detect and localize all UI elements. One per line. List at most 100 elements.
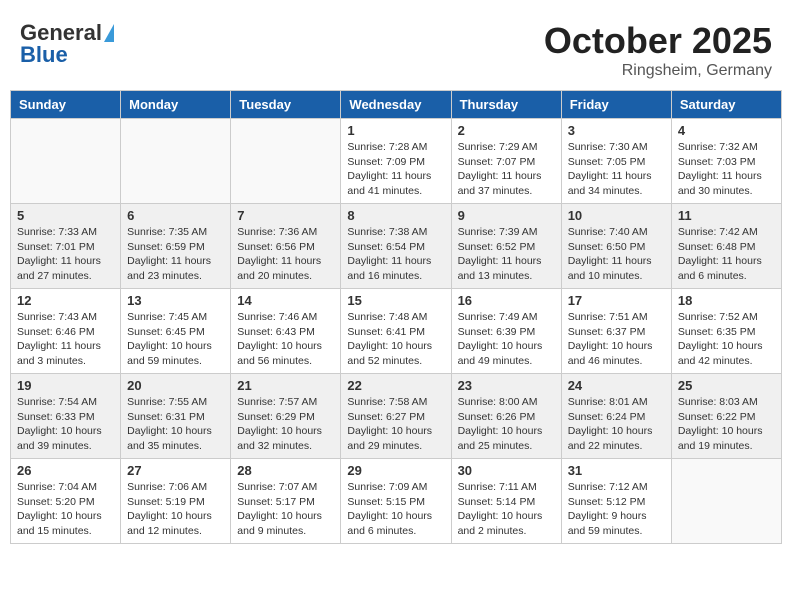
day-number: 13 <box>127 293 224 308</box>
day-header-sunday: Sunday <box>11 91 121 119</box>
day-info: Sunrise: 7:48 AM Sunset: 6:41 PM Dayligh… <box>347 310 444 369</box>
day-number: 7 <box>237 208 334 223</box>
calendar-day: 17 Sunrise: 7:51 AM Sunset: 6:37 PM Dayli… <box>561 289 671 374</box>
day-number: 28 <box>237 463 334 478</box>
calendar-day: 6Sunrise: 7:35 AM Sunset: 6:59 PM Daylig… <box>121 204 231 289</box>
day-header-tuesday: Tuesday <box>231 91 341 119</box>
day-number: 20 <box>127 378 224 393</box>
day-info: Sunrise: 7:12 AM Sunset: 5:12 PM Dayligh… <box>568 480 665 539</box>
calendar-day: 26 Sunrise: 7:04 AM Sunset: 5:20 PM Dayli… <box>11 459 121 544</box>
day-info: Sunrise: 7:55 AM Sunset: 6:31 PM Dayligh… <box>127 395 224 454</box>
day-header-monday: Monday <box>121 91 231 119</box>
day-info: Sunrise: 7:42 AM Sunset: 6:48 PM Dayligh… <box>678 225 775 284</box>
day-info: Sunrise: 7:57 AM Sunset: 6:29 PM Dayligh… <box>237 395 334 454</box>
day-info: Sunrise: 7:32 AM Sunset: 7:03 PM Dayligh… <box>678 140 775 199</box>
day-info: Sunrise: 7:36 AM Sunset: 6:56 PM Dayligh… <box>237 225 334 284</box>
day-number: 4 <box>678 123 775 138</box>
calendar-day: 12Sunrise: 7:43 AM Sunset: 6:46 PM Dayli… <box>11 289 121 374</box>
day-info: Sunrise: 8:03 AM Sunset: 6:22 PM Dayligh… <box>678 395 775 454</box>
calendar-day: 16Sunrise: 7:49 AM Sunset: 6:39 PM Dayli… <box>451 289 561 374</box>
day-header-wednesday: Wednesday <box>341 91 451 119</box>
calendar-day: 21 Sunrise: 7:57 AM Sunset: 6:29 PM Dayli… <box>231 374 341 459</box>
day-number: 23 <box>458 378 555 393</box>
calendar-title: October 2025 <box>544 20 772 62</box>
calendar-table: SundayMondayTuesdayWednesdayThursdayFrid… <box>10 90 782 544</box>
calendar-day: 3Sunrise: 7:30 AM Sunset: 7:05 PM Daylig… <box>561 119 671 204</box>
calendar-day: 18Sunrise: 7:52 AM Sunset: 6:35 PM Dayli… <box>671 289 781 374</box>
calendar-day: 13Sunrise: 7:45 AM Sunset: 6:45 PM Dayli… <box>121 289 231 374</box>
day-number: 1 <box>347 123 444 138</box>
day-number: 8 <box>347 208 444 223</box>
calendar-day: 29 Sunrise: 7:09 AM Sunset: 5:15 PM Dayli… <box>341 459 451 544</box>
day-number: 26 <box>17 463 114 478</box>
day-info: Sunrise: 7:29 AM Sunset: 7:07 PM Dayligh… <box>458 140 555 199</box>
day-number: 24 <box>568 378 665 393</box>
day-number: 31 <box>568 463 665 478</box>
calendar-day: 14 Sunrise: 7:46 AM Sunset: 6:43 PM Dayli… <box>231 289 341 374</box>
day-info: Sunrise: 7:46 AM Sunset: 6:43 PM Dayligh… <box>237 310 334 369</box>
day-info: Sunrise: 7:51 AM Sunset: 6:37 PM Dayligh… <box>568 310 665 369</box>
calendar-header-row: SundayMondayTuesdayWednesdayThursdayFrid… <box>11 91 782 119</box>
day-info: Sunrise: 7:09 AM Sunset: 5:15 PM Dayligh… <box>347 480 444 539</box>
day-number: 29 <box>347 463 444 478</box>
calendar-day: 27 Sunrise: 7:06 AM Sunset: 5:19 PM Dayli… <box>121 459 231 544</box>
calendar-day: 20 Sunrise: 7:55 AM Sunset: 6:31 PM Dayli… <box>121 374 231 459</box>
calendar-day: 8Sunrise: 7:38 AM Sunset: 6:54 PM Daylig… <box>341 204 451 289</box>
page-header: General Blue October 2025 Ringsheim, Ger… <box>10 10 782 85</box>
calendar-subtitle: Ringsheim, Germany <box>544 62 772 80</box>
day-number: 9 <box>458 208 555 223</box>
day-header-saturday: Saturday <box>671 91 781 119</box>
day-info: Sunrise: 8:01 AM Sunset: 6:24 PM Dayligh… <box>568 395 665 454</box>
calendar-day: 24 Sunrise: 8:01 AM Sunset: 6:24 PM Dayli… <box>561 374 671 459</box>
day-number: 11 <box>678 208 775 223</box>
day-info: Sunrise: 7:28 AM Sunset: 7:09 PM Dayligh… <box>347 140 444 199</box>
calendar-day: 11 Sunrise: 7:42 AM Sunset: 6:48 PM Dayli… <box>671 204 781 289</box>
calendar-day <box>231 119 341 204</box>
day-number: 25 <box>678 378 775 393</box>
day-info: Sunrise: 7:11 AM Sunset: 5:14 PM Dayligh… <box>458 480 555 539</box>
day-number: 14 <box>237 293 334 308</box>
calendar-day: 25 Sunrise: 8:03 AM Sunset: 6:22 PM Dayli… <box>671 374 781 459</box>
calendar-day: 23 Sunrise: 8:00 AM Sunset: 6:26 PM Dayli… <box>451 374 561 459</box>
calendar-week-row: 12Sunrise: 7:43 AM Sunset: 6:46 PM Dayli… <box>11 289 782 374</box>
day-number: 19 <box>17 378 114 393</box>
calendar-day: 4 Sunrise: 7:32 AM Sunset: 7:03 PM Daylig… <box>671 119 781 204</box>
day-info: Sunrise: 7:04 AM Sunset: 5:20 PM Dayligh… <box>17 480 114 539</box>
calendar-day: 15Sunrise: 7:48 AM Sunset: 6:41 PM Dayli… <box>341 289 451 374</box>
day-header-thursday: Thursday <box>451 91 561 119</box>
calendar-day: 19 Sunrise: 7:54 AM Sunset: 6:33 PM Dayli… <box>11 374 121 459</box>
calendar-day: 10Sunrise: 7:40 AM Sunset: 6:50 PM Dayli… <box>561 204 671 289</box>
calendar-day: 2 Sunrise: 7:29 AM Sunset: 7:07 PM Daylig… <box>451 119 561 204</box>
logo-blue-text: Blue <box>20 42 68 67</box>
calendar-week-row: 19 Sunrise: 7:54 AM Sunset: 6:33 PM Dayli… <box>11 374 782 459</box>
day-number: 21 <box>237 378 334 393</box>
day-number: 12 <box>17 293 114 308</box>
calendar-day: 30 Sunrise: 7:11 AM Sunset: 5:14 PM Dayli… <box>451 459 561 544</box>
day-number: 18 <box>678 293 775 308</box>
day-number: 27 <box>127 463 224 478</box>
calendar-day <box>121 119 231 204</box>
calendar-day <box>671 459 781 544</box>
calendar-day <box>11 119 121 204</box>
logo: General Blue <box>20 20 114 68</box>
calendar-day: 7 Sunrise: 7:36 AM Sunset: 6:56 PM Daylig… <box>231 204 341 289</box>
day-info: Sunrise: 7:35 AM Sunset: 6:59 PM Dayligh… <box>127 225 224 284</box>
day-info: Sunrise: 7:33 AM Sunset: 7:01 PM Dayligh… <box>17 225 114 284</box>
day-number: 30 <box>458 463 555 478</box>
day-number: 2 <box>458 123 555 138</box>
logo-icon <box>104 24 114 42</box>
day-number: 3 <box>568 123 665 138</box>
calendar-day: 9 Sunrise: 7:39 AM Sunset: 6:52 PM Daylig… <box>451 204 561 289</box>
day-info: Sunrise: 7:54 AM Sunset: 6:33 PM Dayligh… <box>17 395 114 454</box>
calendar-week-row: 26 Sunrise: 7:04 AM Sunset: 5:20 PM Dayli… <box>11 459 782 544</box>
day-info: Sunrise: 7:39 AM Sunset: 6:52 PM Dayligh… <box>458 225 555 284</box>
day-info: Sunrise: 8:00 AM Sunset: 6:26 PM Dayligh… <box>458 395 555 454</box>
day-number: 16 <box>458 293 555 308</box>
day-header-friday: Friday <box>561 91 671 119</box>
day-number: 5 <box>17 208 114 223</box>
calendar-day: 22Sunrise: 7:58 AM Sunset: 6:27 PM Dayli… <box>341 374 451 459</box>
day-info: Sunrise: 7:40 AM Sunset: 6:50 PM Dayligh… <box>568 225 665 284</box>
day-info: Sunrise: 7:06 AM Sunset: 5:19 PM Dayligh… <box>127 480 224 539</box>
calendar-day: 31 Sunrise: 7:12 AM Sunset: 5:12 PM Dayli… <box>561 459 671 544</box>
day-number: 17 <box>568 293 665 308</box>
